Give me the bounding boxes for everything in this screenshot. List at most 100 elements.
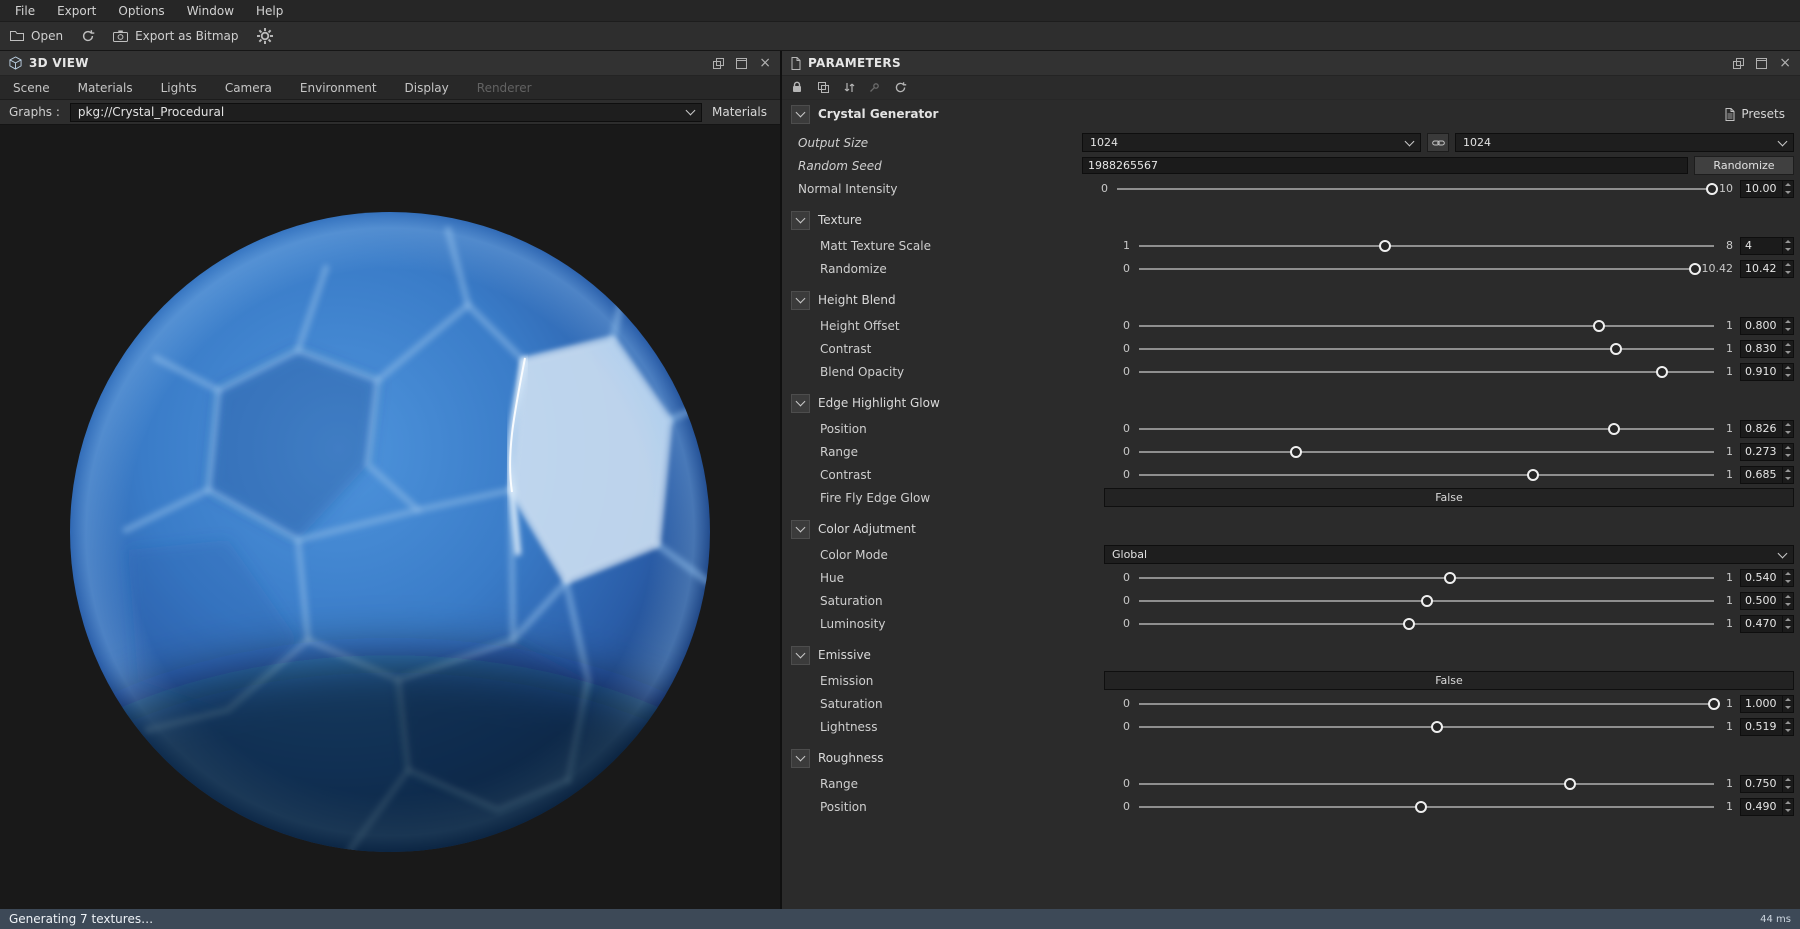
3d-viewport[interactable] [0,125,780,909]
slider-handle[interactable] [1564,778,1577,790]
toggle-button[interactable]: False [1104,488,1794,507]
materials-button[interactable]: Materials [712,105,771,119]
close-panel-icon[interactable]: × [759,56,771,70]
slider-track[interactable] [1139,570,1714,586]
spinner-down-button[interactable] [1783,452,1793,460]
value-box[interactable]: 0.800 [1740,316,1794,335]
value-box[interactable]: 10.00 [1740,179,1794,198]
spinner-up-button[interactable] [1783,467,1793,475]
export-as-bitmap-button[interactable]: Export as Bitmap [113,29,239,43]
reset-icon[interactable] [894,81,907,94]
slider-track[interactable] [1139,341,1714,357]
value-box[interactable]: 0.830 [1740,339,1794,358]
spinner-down-button[interactable] [1783,429,1793,437]
value-box[interactable]: 0.685 [1740,465,1794,484]
output-height-dropdown[interactable]: 1024 [1455,133,1794,152]
spinner-down-button[interactable] [1783,269,1793,277]
spinner-up-button[interactable] [1783,341,1793,349]
spinner-down-button[interactable] [1783,624,1793,632]
lock-icon[interactable] [791,81,803,94]
spinner-up-button[interactable] [1783,181,1793,189]
spinner-up-button[interactable] [1783,444,1793,452]
maximize-panel-icon[interactable] [1756,57,1768,69]
spinner-down-button[interactable] [1783,578,1793,586]
value-box[interactable]: 0.540 [1740,568,1794,587]
output-width-dropdown[interactable]: 1024 [1082,133,1421,152]
spinner-up-button[interactable] [1783,719,1793,727]
menu-help[interactable]: Help [245,2,294,20]
value-box[interactable]: 4 [1740,236,1794,255]
value-box[interactable]: 0.826 [1740,419,1794,438]
random-seed-input[interactable] [1082,157,1688,174]
slider-handle[interactable] [1414,801,1427,813]
spinner-down-button[interactable] [1783,475,1793,483]
slider-handle[interactable] [1708,698,1720,710]
spinner-up-button[interactable] [1783,364,1793,372]
spinner-up-button[interactable] [1783,261,1793,269]
slider-handle[interactable] [1403,618,1416,630]
maximize-panel-icon[interactable] [736,57,748,69]
spinner-down-button[interactable] [1783,704,1793,712]
slider-handle[interactable] [1289,446,1302,458]
settings-button[interactable] [256,28,273,44]
spinner-down-button[interactable] [1783,326,1793,334]
slider-handle[interactable] [1526,469,1539,481]
menu-window[interactable]: Window [176,2,245,20]
tab-lights[interactable]: Lights [161,81,197,95]
slider-handle[interactable] [1688,263,1701,275]
value-box[interactable]: 0.490 [1740,797,1794,816]
tab-materials[interactable]: Materials [78,81,133,95]
float-panel-icon[interactable] [1733,57,1745,69]
menu-options[interactable]: Options [107,2,175,20]
spinner-down-button[interactable] [1783,807,1793,815]
section-collapse-button[interactable] [791,645,810,665]
refresh-button[interactable] [81,29,95,43]
slider-track[interactable] [1139,467,1714,483]
section-collapse-button[interactable] [791,393,810,413]
spinner-up-button[interactable] [1783,421,1793,429]
export-preset-icon[interactable] [817,81,830,94]
value-box[interactable]: 0.519 [1740,717,1794,736]
spinner-up-button[interactable] [1783,570,1793,578]
slider-track[interactable] [1139,593,1714,609]
spinner-down-button[interactable] [1783,372,1793,380]
value-box[interactable]: 0.500 [1740,591,1794,610]
transfer-arrows-icon[interactable] [844,81,855,94]
float-panel-icon[interactable] [713,57,725,69]
slider-track[interactable] [1139,776,1714,792]
value-box[interactable]: 0.750 [1740,774,1794,793]
spinner-up-button[interactable] [1783,799,1793,807]
slider-track[interactable] [1139,799,1714,815]
slider-handle[interactable] [1443,572,1456,584]
slider-track[interactable] [1139,421,1714,437]
slider-track[interactable] [1139,238,1714,254]
close-panel-icon[interactable]: × [1779,56,1791,70]
slider-track[interactable] [1139,444,1714,460]
tab-camera[interactable]: Camera [225,81,272,95]
slider-track[interactable] [1117,181,1718,197]
open-button[interactable]: Open [10,29,63,43]
slider-track[interactable] [1139,364,1714,380]
slider-track[interactable] [1139,696,1720,712]
spinner-up-button[interactable] [1783,776,1793,784]
dropdown[interactable]: Global [1104,545,1794,564]
spinner-down-button[interactable] [1783,784,1793,792]
presets-button[interactable]: Presets [1725,107,1791,121]
slider-handle[interactable] [1431,721,1444,733]
spinner-down-button[interactable] [1783,727,1793,735]
slider-track[interactable] [1139,616,1714,632]
slider-handle[interactable] [1656,366,1669,378]
generator-collapse-button[interactable] [791,104,810,124]
spinner-down-button[interactable] [1783,246,1793,254]
menu-export[interactable]: Export [46,2,107,20]
slider-handle[interactable] [1420,595,1433,607]
value-box[interactable]: 10.42 [1740,259,1794,278]
slider-handle[interactable] [1593,320,1605,332]
tab-renderer[interactable]: Renderer [477,81,532,95]
value-box[interactable]: 1.000 [1740,694,1794,713]
value-box[interactable]: 0.910 [1740,362,1794,381]
spinner-up-button[interactable] [1783,238,1793,246]
tab-environment[interactable]: Environment [300,81,377,95]
link-size-button[interactable] [1427,133,1449,152]
slider-track[interactable] [1139,261,1701,277]
